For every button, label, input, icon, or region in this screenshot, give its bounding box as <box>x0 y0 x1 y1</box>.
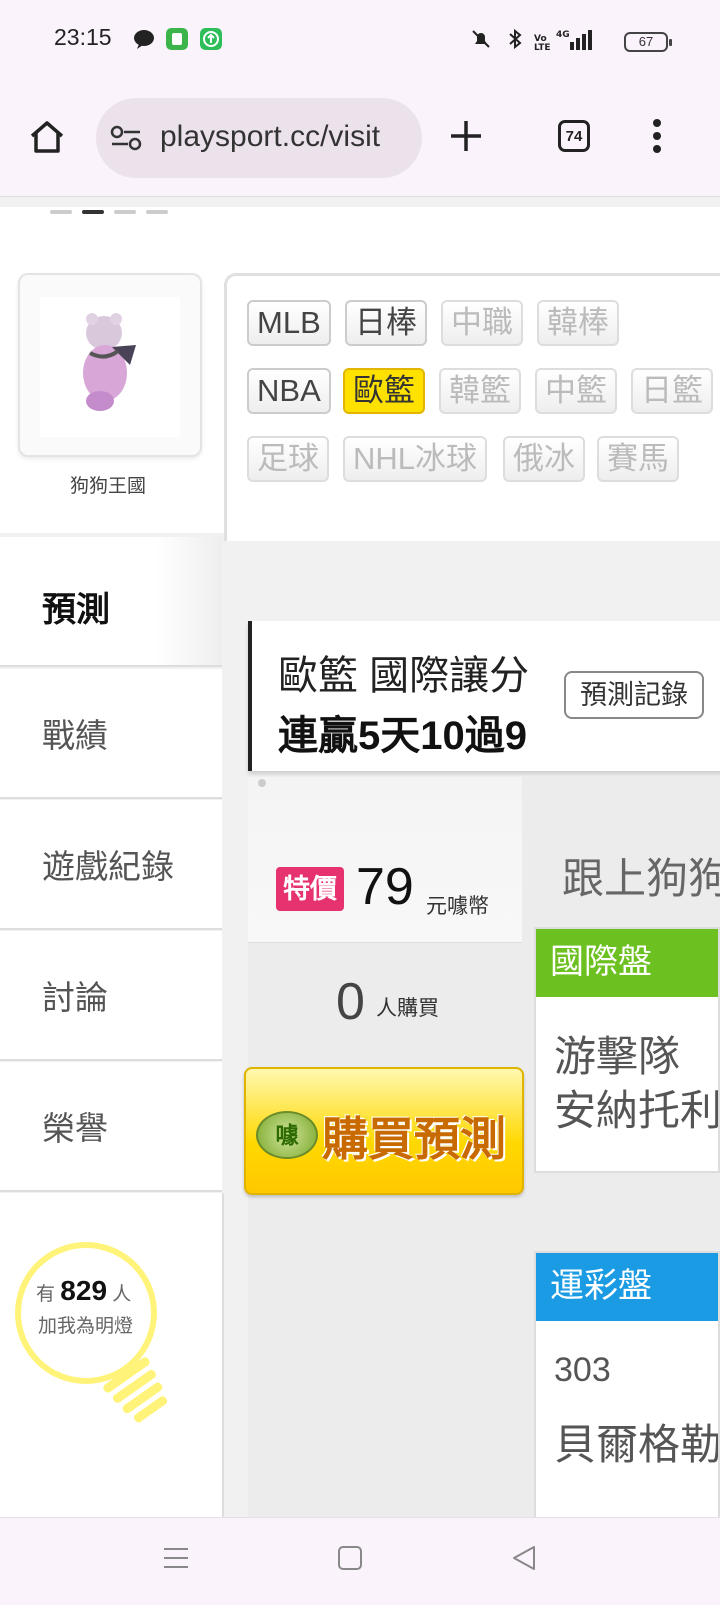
sidebar-item-label: 遊戲紀錄 <box>42 848 174 885</box>
prediction-record-button[interactable]: 預測記錄 <box>564 671 704 719</box>
category-soccer[interactable]: 足球 <box>247 436 329 482</box>
international-odds-panel: 國際盤 游擊隊 安納托利 <box>534 927 720 1173</box>
sidebar-item-label: 戰績 <box>42 717 108 754</box>
svg-text:LTE: LTE <box>534 43 551 50</box>
team-home: 游擊隊 <box>554 1033 681 1080</box>
buyers-label: 人購買 <box>376 997 439 1020</box>
sidebar-item-label: 榮譽 <box>42 1110 108 1147</box>
pin-dot-icon <box>258 779 266 787</box>
category-korea-basketball[interactable]: 韓籃 <box>439 368 521 414</box>
sidebar-item-predict[interactable]: 預測 <box>0 537 222 667</box>
upload-app-icon <box>200 28 222 50</box>
sidebar-item-label: 討論 <box>42 979 108 1016</box>
more-menu-icon[interactable] <box>650 118 664 154</box>
clock: 23:15 <box>54 24 112 50</box>
category-nba[interactable]: NBA <box>247 368 331 414</box>
fans-label: 加我為明燈 <box>38 1316 134 1337</box>
profile-card: 狗狗王國 <box>0 273 224 533</box>
headline-streak: 連贏5天10過9 <box>278 714 527 758</box>
fans-number: 829 <box>60 1275 108 1306</box>
sidebar-item-record[interactable]: 戰績 <box>0 669 222 799</box>
category-nhl[interactable]: NHL冰球 <box>343 436 488 482</box>
back-icon[interactable] <box>510 1544 538 1572</box>
web-page: 狗狗王國 預測 戰績 遊戲紀錄 討論 榮譽 有 829 人 加我為明燈 MLB … <box>0 197 720 1517</box>
mute-bell-icon <box>472 30 490 48</box>
user-avatar[interactable] <box>18 273 202 457</box>
sports-lottery-panel: 運彩盤 303 貝爾格勒 <box>534 1251 720 1517</box>
divider <box>248 942 522 943</box>
fans-count: 有 829 人 <box>36 1275 131 1307</box>
special-price-badge: 特價 <box>276 867 344 911</box>
category-khl[interactable]: 俄冰 <box>503 436 585 482</box>
fans-suffix: 人 <box>112 1284 132 1305</box>
menu-icon[interactable] <box>162 1544 190 1572</box>
home-icon[interactable] <box>28 118 66 156</box>
team-away: 安納托利 <box>554 1087 720 1134</box>
game-number: 303 <box>554 1351 611 1389</box>
home-square-icon[interactable] <box>336 1544 364 1572</box>
category-china-basketball[interactable]: 中籃 <box>535 368 617 414</box>
status-bar: 23:15 Vo LTE 4G 67 <box>0 0 720 82</box>
follow-text: 跟上狗狗 <box>562 855 720 902</box>
category-cpbl[interactable]: 中職 <box>441 300 523 346</box>
team-name: 貝爾格勒 <box>554 1421 720 1468</box>
svg-text:4G: 4G <box>556 30 570 40</box>
sidebar-item-game-log[interactable]: 遊戲紀錄 <box>0 800 222 930</box>
cell-signal-icon: VoLTE4G <box>534 30 592 50</box>
price-amount: 79 <box>356 858 414 916</box>
bluetooth-icon <box>509 28 522 50</box>
tab-switcher-button[interactable]: 74 <box>558 120 590 152</box>
address-bar[interactable]: playsport.cc/visit <box>96 98 422 178</box>
system-nav-bar <box>0 1517 720 1605</box>
battery-icon: 67 <box>624 32 672 52</box>
url-text: playsport.cc/visit <box>160 120 381 153</box>
carousel-indicator <box>50 201 178 219</box>
category-filter: MLB 日棒 中職 韓棒 NBA 歐籃 韓籃 中籃 日籃 足球 NHL冰球 俄冰… <box>224 273 720 541</box>
category-horse-racing[interactable]: 賽馬 <box>597 436 679 482</box>
sidebar-item-honor[interactable]: 榮譽 <box>0 1062 222 1192</box>
fans-prefix: 有 <box>36 1284 56 1305</box>
panel-header: 運彩盤 <box>536 1253 718 1321</box>
headline-league: 歐籃 國際讓分 <box>278 654 530 698</box>
panel-header: 國際盤 <box>536 929 718 997</box>
chat-bubble-icon <box>134 30 154 49</box>
buy-prediction-button[interactable]: 噱 購買預測 <box>244 1067 524 1195</box>
app-icon <box>166 28 188 50</box>
category-euro-basketball[interactable]: 歐籃 <box>343 368 425 414</box>
bear-figure-icon <box>40 297 180 437</box>
price-currency: 元噱幣 <box>426 895 489 918</box>
sidebar-item-discussion[interactable]: 討論 <box>0 931 222 1061</box>
category-mlb[interactable]: MLB <box>247 300 331 346</box>
sidebar-item-label: 預測 <box>42 591 110 629</box>
buy-prediction-label: 購買預測 <box>322 1113 506 1165</box>
coin-icon: 噱 <box>256 1111 318 1159</box>
buyers-count: 0 <box>336 973 365 1031</box>
site-settings-icon[interactable] <box>110 124 142 152</box>
category-npb[interactable]: 日棒 <box>345 300 427 346</box>
category-kbo[interactable]: 韓棒 <box>537 300 619 346</box>
new-tab-icon[interactable] <box>448 118 484 154</box>
user-name[interactable]: 狗狗王國 <box>0 471 216 498</box>
category-japan-basketball[interactable]: 日籃 <box>631 368 713 414</box>
browser-toolbar: playsport.cc/visit 74 <box>0 82 720 197</box>
